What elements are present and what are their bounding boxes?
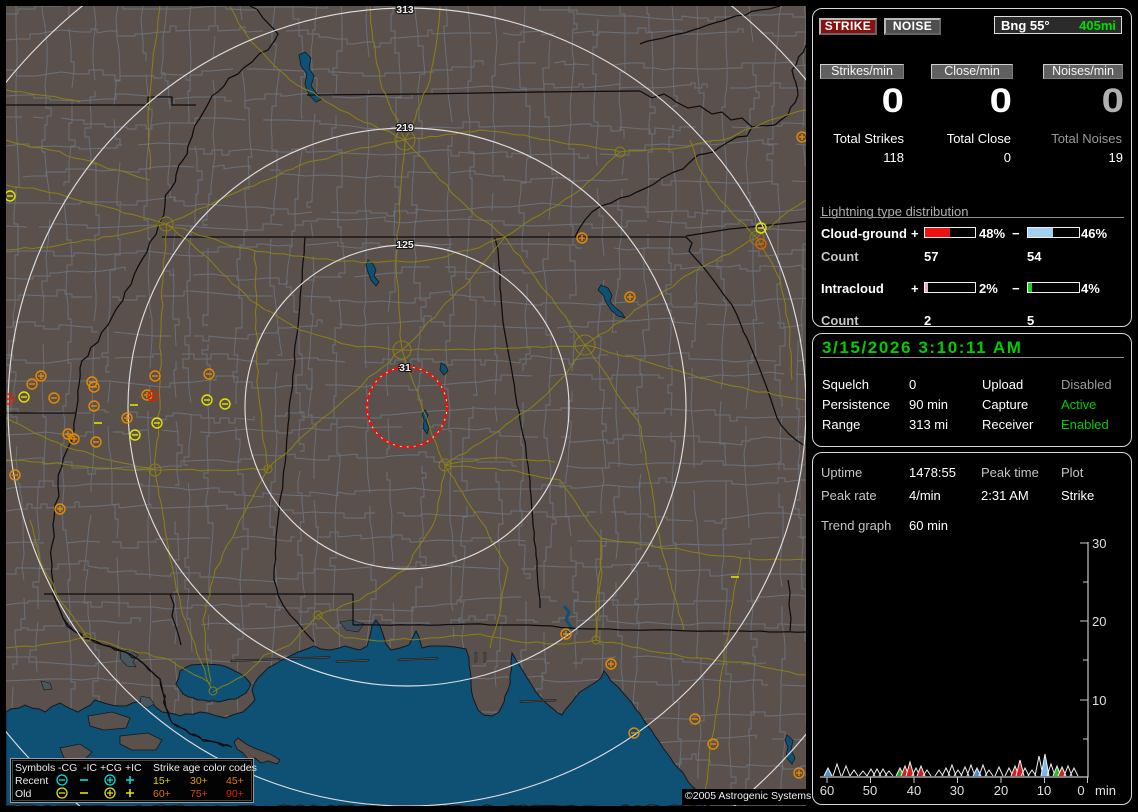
svg-text:10: 10 (1092, 693, 1106, 708)
svg-text:10: 10 (1037, 783, 1051, 798)
svg-text:50: 50 (863, 783, 877, 798)
svg-text:20: 20 (1092, 614, 1106, 629)
svg-text:60: 60 (820, 783, 834, 798)
svg-text:20: 20 (994, 783, 1008, 798)
svg-text:40: 40 (907, 783, 921, 798)
svg-text:0: 0 (1077, 783, 1084, 798)
svg-text:min: min (1095, 783, 1116, 798)
svg-text:30: 30 (950, 783, 964, 798)
svg-text:30: 30 (1092, 536, 1106, 551)
